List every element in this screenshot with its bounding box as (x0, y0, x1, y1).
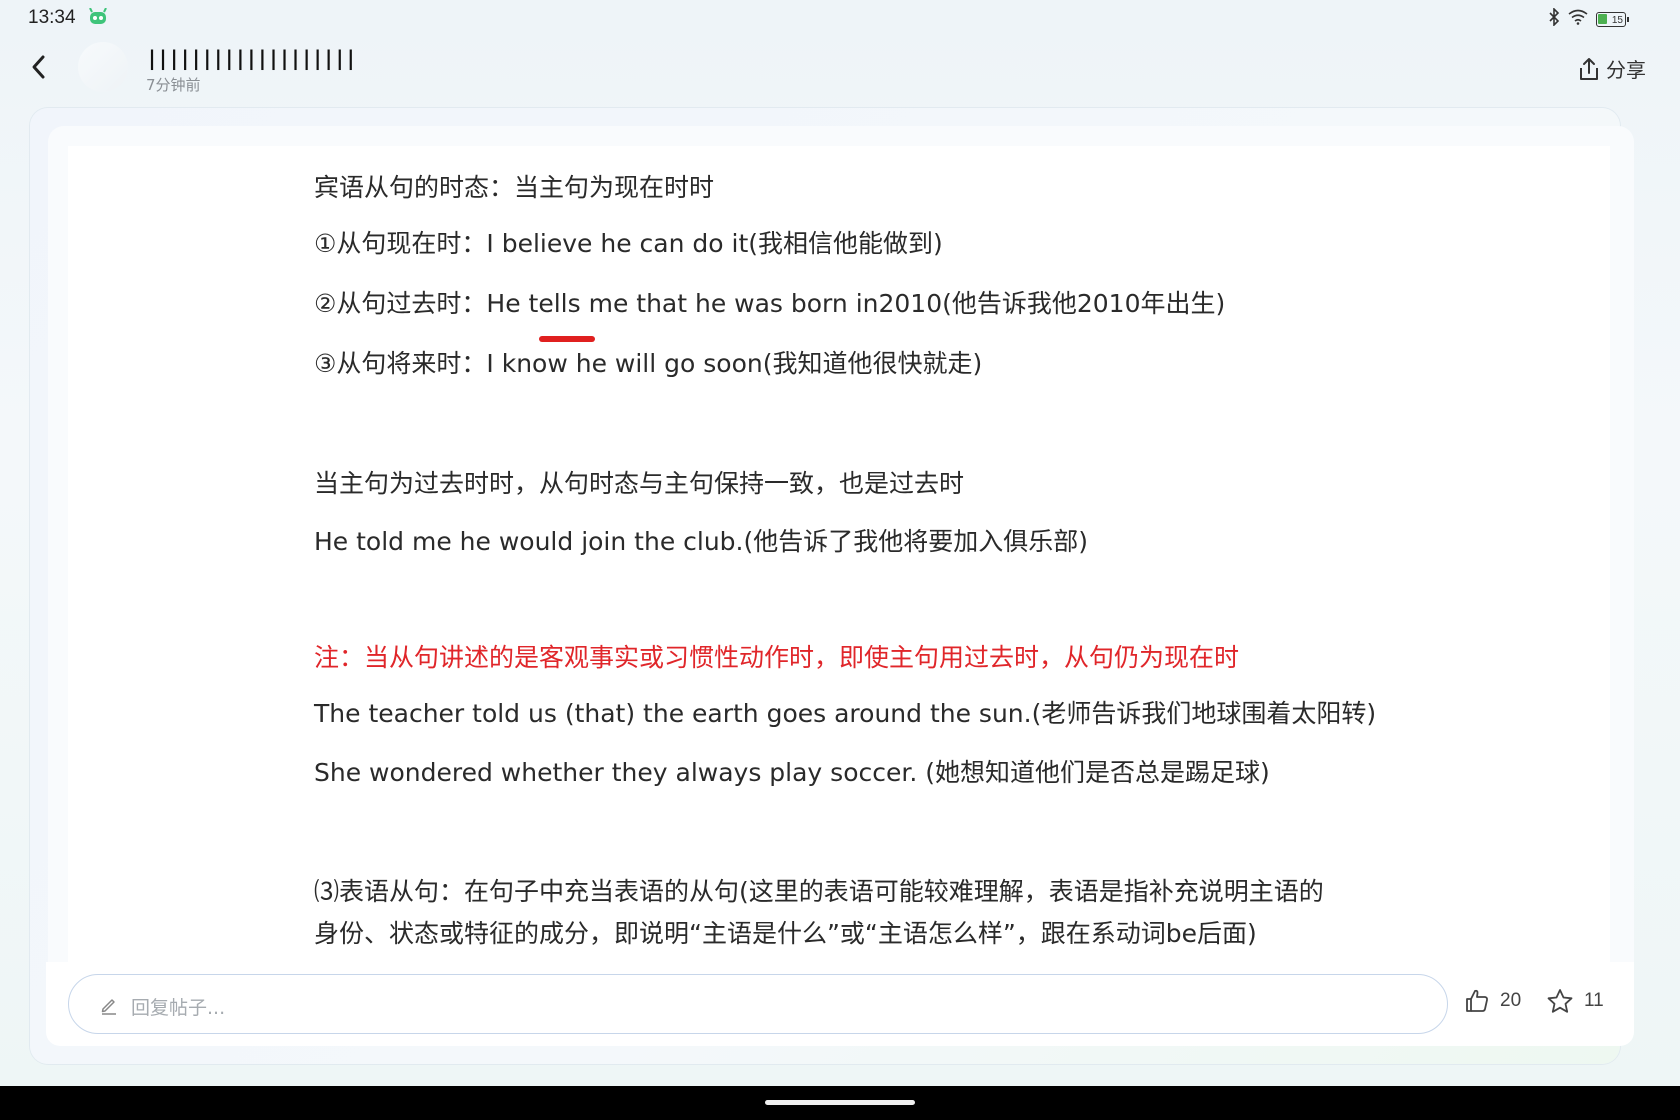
home-gesture-handle[interactable] (765, 1100, 915, 1105)
app-robot-icon (88, 7, 108, 26)
status-bar: 13:34 15 (0, 0, 1680, 36)
chevron-left-icon (32, 55, 45, 79)
note-line: 注：当从句讲述的是客观事实或习惯性动作时，即使主句用过去时，从句仍为现在时 (314, 643, 1240, 672)
thumbs-up-icon (1466, 989, 1488, 1012)
article-line: 身份、状态或特征的成分，即说明“主语是什么”或“主语怎么样”，跟在系动词be后面… (314, 919, 1257, 948)
post-header: ||||||||||||||||||| 7分钟前 分享 (0, 38, 1680, 102)
article-line: The teacher told us (that) the earth goe… (314, 699, 1377, 728)
favorite-count: 11 (1584, 990, 1604, 1011)
status-indicators: 15 (1548, 7, 1629, 30)
bluetooth-icon (1548, 7, 1560, 30)
like-count: 20 (1500, 990, 1522, 1011)
handwritten-underline (539, 336, 595, 342)
share-label: 分享 (1606, 58, 1646, 82)
article-line: ③从句将来时：I know he will go soon(我知道他很快就走) (314, 349, 983, 378)
avatar[interactable] (78, 42, 128, 92)
battery-level: 15 (1611, 14, 1623, 26)
article-line: ①从句现在时：I believe he can do it(我相信他能做到) (314, 229, 943, 258)
article-line: He told me he would join the club.(他告诉了我… (314, 527, 1089, 556)
reply-placeholder: 回复帖子... (131, 997, 226, 1019)
article-line: ②从句过去时：He tells me that he was born in20… (314, 289, 1226, 318)
status-time: 13:34 (28, 7, 76, 28)
post-timestamp: 7分钟前 (146, 76, 201, 94)
like-button[interactable]: 20 (1464, 988, 1521, 1014)
article-line: ⑶表语从句：在句子中充当表语的从句(这里的表语可能较难理解，表语是指补充说明主语… (314, 877, 1324, 906)
favorite-button[interactable]: 11 (1546, 988, 1604, 1014)
back-button[interactable] (26, 52, 52, 82)
article-line: 宾语从句的时态：当主句为现在时时 (314, 173, 715, 202)
star-icon (1547, 989, 1573, 1013)
share-icon (1580, 57, 1598, 80)
pencil-icon (99, 995, 119, 1015)
wifi-icon (1568, 9, 1588, 29)
reply-input[interactable]: 回复帖子... (68, 974, 1448, 1034)
share-button[interactable]: 分享 (1578, 54, 1646, 83)
article-line: She wondered whether they always play so… (314, 758, 1270, 787)
battery-icon: 15 (1596, 11, 1629, 27)
article-line: 当主句为过去时时，从句时态与主句保持一致，也是过去时 (314, 469, 965, 498)
system-nav-bar (0, 1086, 1680, 1120)
author-name[interactable]: ||||||||||||||||||| (146, 46, 357, 70)
post-content[interactable]: 宾语从句的时态：当主句为现在时时 ①从句现在时：I believe he can… (68, 146, 1610, 962)
